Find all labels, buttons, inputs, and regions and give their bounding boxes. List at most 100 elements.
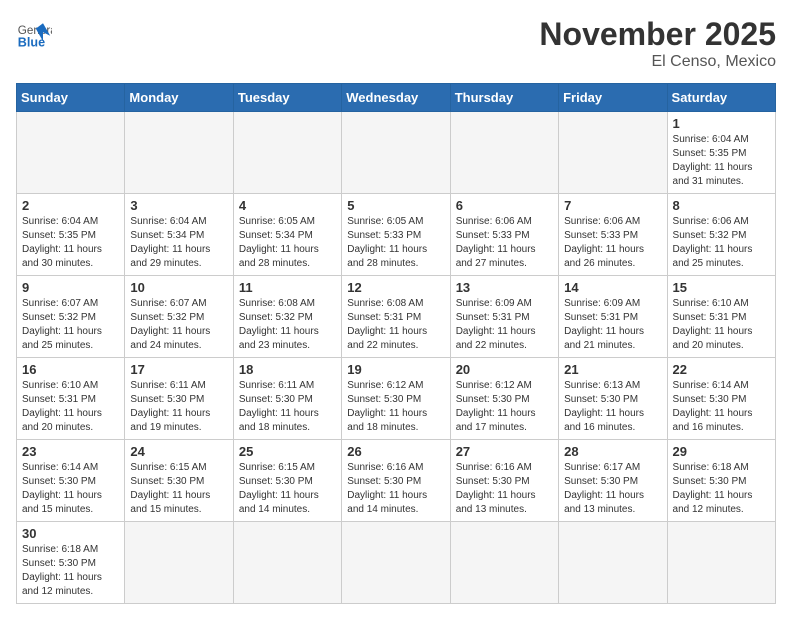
weekday-header: Tuesday	[233, 84, 341, 112]
day-number: 20	[456, 362, 553, 377]
day-info: Sunrise: 6:11 AM Sunset: 5:30 PM Dayligh…	[130, 379, 227, 435]
calendar-cell	[233, 112, 341, 194]
day-number: 3	[130, 198, 227, 213]
day-number: 7	[564, 198, 661, 213]
calendar-cell: 9 Sunrise: 6:07 AM Sunset: 5:32 PM Daylig…	[17, 276, 125, 358]
page-header: General Blue November 2025 El Censo, Mex…	[16, 16, 776, 71]
calendar-cell: 10 Sunrise: 6:07 AM Sunset: 5:32 PM Dayli…	[125, 276, 233, 358]
day-info: Sunrise: 6:06 AM Sunset: 5:32 PM Dayligh…	[673, 215, 770, 271]
day-info: Sunrise: 6:17 AM Sunset: 5:30 PM Dayligh…	[564, 461, 661, 517]
calendar-cell: 11 Sunrise: 6:08 AM Sunset: 5:32 PM Dayli…	[233, 276, 341, 358]
day-number: 17	[130, 362, 227, 377]
calendar-cell: 27 Sunrise: 6:16 AM Sunset: 5:30 PM Dayli…	[450, 440, 558, 522]
day-number: 24	[130, 444, 227, 459]
day-number: 27	[456, 444, 553, 459]
calendar-cell	[17, 112, 125, 194]
day-info: Sunrise: 6:05 AM Sunset: 5:33 PM Dayligh…	[347, 215, 444, 271]
day-info: Sunrise: 6:16 AM Sunset: 5:30 PM Dayligh…	[456, 461, 553, 517]
day-info: Sunrise: 6:08 AM Sunset: 5:31 PM Dayligh…	[347, 297, 444, 353]
weekday-header: Sunday	[17, 84, 125, 112]
day-number: 10	[130, 280, 227, 295]
day-number: 2	[22, 198, 119, 213]
calendar-cell: 6 Sunrise: 6:06 AM Sunset: 5:33 PM Daylig…	[450, 194, 558, 276]
day-number: 5	[347, 198, 444, 213]
day-number: 23	[22, 444, 119, 459]
day-number: 14	[564, 280, 661, 295]
day-info: Sunrise: 6:13 AM Sunset: 5:30 PM Dayligh…	[564, 379, 661, 435]
day-info: Sunrise: 6:04 AM Sunset: 5:34 PM Dayligh…	[130, 215, 227, 271]
calendar-cell: 28 Sunrise: 6:17 AM Sunset: 5:30 PM Dayli…	[559, 440, 667, 522]
day-info: Sunrise: 6:07 AM Sunset: 5:32 PM Dayligh…	[130, 297, 227, 353]
day-info: Sunrise: 6:14 AM Sunset: 5:30 PM Dayligh…	[673, 379, 770, 435]
day-info: Sunrise: 6:07 AM Sunset: 5:32 PM Dayligh…	[22, 297, 119, 353]
day-info: Sunrise: 6:15 AM Sunset: 5:30 PM Dayligh…	[239, 461, 336, 517]
day-info: Sunrise: 6:08 AM Sunset: 5:32 PM Dayligh…	[239, 297, 336, 353]
logo: General Blue	[16, 16, 52, 52]
week-row: 23Sunrise: 6:14 AM Sunset: 5:30 PM Dayli…	[17, 440, 776, 522]
weekday-header: Wednesday	[342, 84, 450, 112]
calendar-cell	[233, 522, 341, 604]
day-info: Sunrise: 6:09 AM Sunset: 5:31 PM Dayligh…	[564, 297, 661, 353]
day-number: 11	[239, 280, 336, 295]
day-info: Sunrise: 6:06 AM Sunset: 5:33 PM Dayligh…	[456, 215, 553, 271]
calendar-cell	[667, 522, 775, 604]
day-number: 4	[239, 198, 336, 213]
day-number: 29	[673, 444, 770, 459]
week-row: 1Sunrise: 6:04 AM Sunset: 5:35 PM Daylig…	[17, 112, 776, 194]
calendar-cell: 20 Sunrise: 6:12 AM Sunset: 5:30 PM Dayli…	[450, 358, 558, 440]
day-number: 13	[456, 280, 553, 295]
calendar-cell	[125, 522, 233, 604]
calendar-cell	[450, 112, 558, 194]
title-block: November 2025 El Censo, Mexico	[539, 16, 776, 71]
day-info: Sunrise: 6:10 AM Sunset: 5:31 PM Dayligh…	[22, 379, 119, 435]
calendar-table: SundayMondayTuesdayWednesdayThursdayFrid…	[16, 83, 776, 604]
calendar-cell: 17 Sunrise: 6:11 AM Sunset: 5:30 PM Dayli…	[125, 358, 233, 440]
week-row: 2 Sunrise: 6:04 AM Sunset: 5:35 PM Daylig…	[17, 194, 776, 276]
weekday-header: Monday	[125, 84, 233, 112]
calendar-cell: 7Sunrise: 6:06 AM Sunset: 5:33 PM Daylig…	[559, 194, 667, 276]
day-info: Sunrise: 6:10 AM Sunset: 5:31 PM Dayligh…	[673, 297, 770, 353]
calendar-cell: 18 Sunrise: 6:11 AM Sunset: 5:30 PM Dayli…	[233, 358, 341, 440]
calendar-cell: 13 Sunrise: 6:09 AM Sunset: 5:31 PM Dayli…	[450, 276, 558, 358]
page-title: November 2025	[539, 16, 776, 53]
calendar-cell: 5 Sunrise: 6:05 AM Sunset: 5:33 PM Daylig…	[342, 194, 450, 276]
day-number: 16	[22, 362, 119, 377]
day-number: 18	[239, 362, 336, 377]
calendar-cell: 22Sunrise: 6:14 AM Sunset: 5:30 PM Dayli…	[667, 358, 775, 440]
day-number: 15	[673, 280, 770, 295]
day-info: Sunrise: 6:12 AM Sunset: 5:30 PM Dayligh…	[347, 379, 444, 435]
day-number: 25	[239, 444, 336, 459]
calendar-cell	[559, 522, 667, 604]
calendar-cell: 4Sunrise: 6:05 AM Sunset: 5:34 PM Daylig…	[233, 194, 341, 276]
calendar-cell: 3 Sunrise: 6:04 AM Sunset: 5:34 PM Daylig…	[125, 194, 233, 276]
calendar-cell: 16 Sunrise: 6:10 AM Sunset: 5:31 PM Dayli…	[17, 358, 125, 440]
calendar-cell	[125, 112, 233, 194]
calendar-cell	[342, 112, 450, 194]
day-number: 12	[347, 280, 444, 295]
calendar-cell: 15 Sunrise: 6:10 AM Sunset: 5:31 PM Dayli…	[667, 276, 775, 358]
calendar-cell: 12 Sunrise: 6:08 AM Sunset: 5:31 PM Dayli…	[342, 276, 450, 358]
weekday-header-row: SundayMondayTuesdayWednesdayThursdayFrid…	[17, 84, 776, 112]
day-number: 26	[347, 444, 444, 459]
day-info: Sunrise: 6:11 AM Sunset: 5:30 PM Dayligh…	[239, 379, 336, 435]
calendar-cell: 24 Sunrise: 6:15 AM Sunset: 5:30 PM Dayli…	[125, 440, 233, 522]
logo-icon: General Blue	[16, 16, 52, 52]
day-number: 28	[564, 444, 661, 459]
day-number: 9	[22, 280, 119, 295]
calendar-cell: 25 Sunrise: 6:15 AM Sunset: 5:30 PM Dayli…	[233, 440, 341, 522]
day-number: 1	[673, 116, 770, 131]
calendar-cell: 23Sunrise: 6:14 AM Sunset: 5:30 PM Dayli…	[17, 440, 125, 522]
calendar-cell	[450, 522, 558, 604]
calendar-cell	[559, 112, 667, 194]
day-number: 6	[456, 198, 553, 213]
day-info: Sunrise: 6:09 AM Sunset: 5:31 PM Dayligh…	[456, 297, 553, 353]
calendar-cell: 2 Sunrise: 6:04 AM Sunset: 5:35 PM Daylig…	[17, 194, 125, 276]
day-info: Sunrise: 6:15 AM Sunset: 5:30 PM Dayligh…	[130, 461, 227, 517]
calendar-cell: 14 Sunrise: 6:09 AM Sunset: 5:31 PM Dayli…	[559, 276, 667, 358]
day-info: Sunrise: 6:04 AM Sunset: 5:35 PM Dayligh…	[22, 215, 119, 271]
page-subtitle: El Censo, Mexico	[539, 53, 776, 71]
day-info: Sunrise: 6:12 AM Sunset: 5:30 PM Dayligh…	[456, 379, 553, 435]
weekday-header: Friday	[559, 84, 667, 112]
week-row: 9 Sunrise: 6:07 AM Sunset: 5:32 PM Daylig…	[17, 276, 776, 358]
weekday-header: Thursday	[450, 84, 558, 112]
